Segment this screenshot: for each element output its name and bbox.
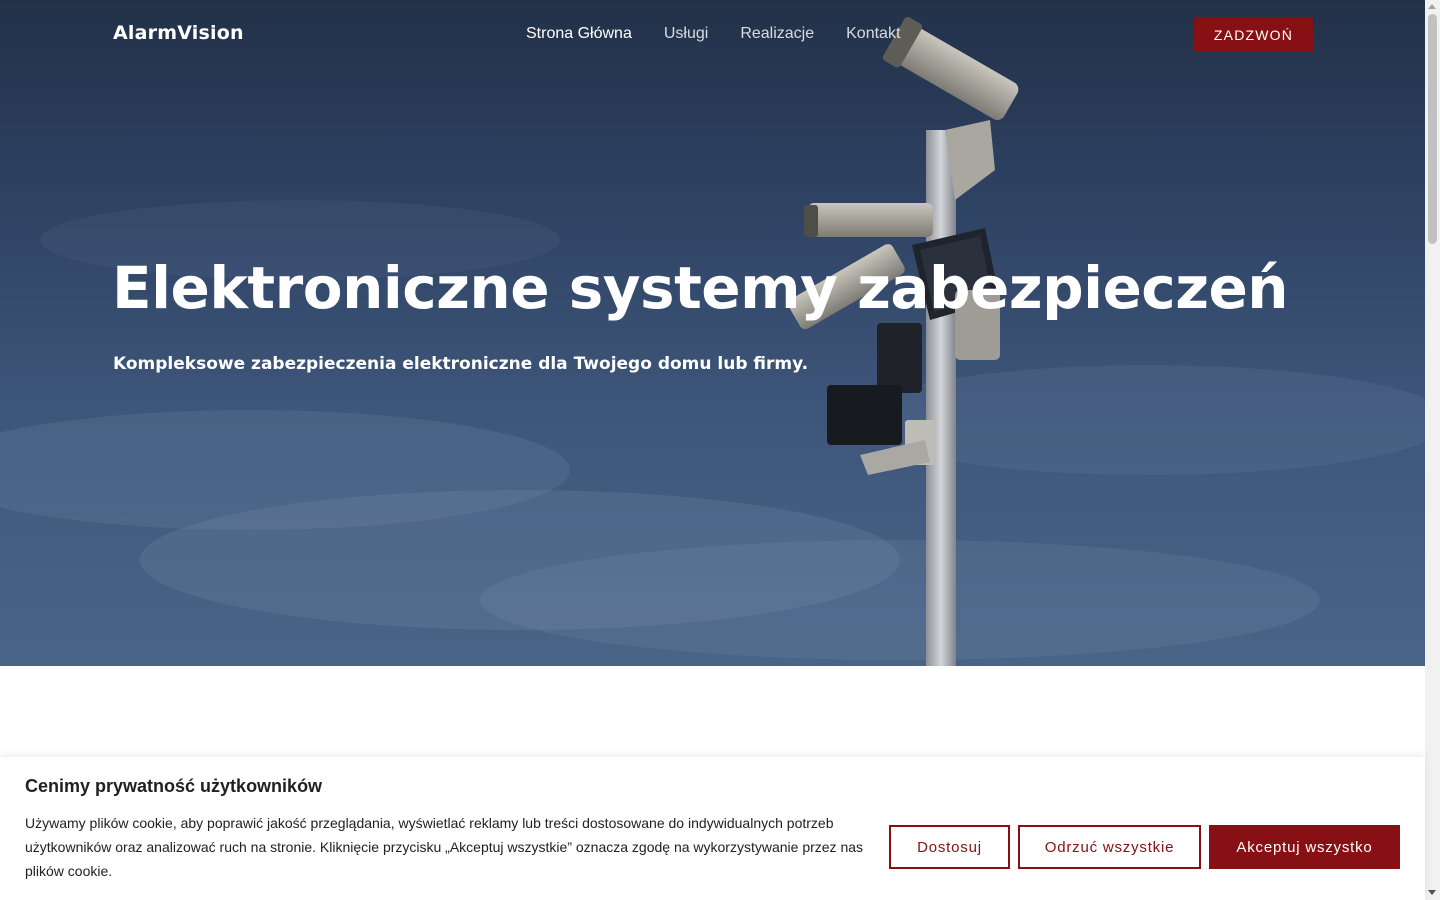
nav-item-home[interactable]: Strona Główna bbox=[526, 25, 632, 43]
cookie-banner-text: Używamy plików cookie, aby poprawić jako… bbox=[25, 815, 864, 879]
call-button[interactable]: ZADZWOŃ bbox=[1194, 18, 1313, 52]
scroll-down-icon[interactable] bbox=[1428, 890, 1436, 895]
main-nav: Strona Główna Usługi Realizacje Kontakt bbox=[526, 25, 900, 43]
customize-button[interactable]: Dostosuj bbox=[889, 825, 1010, 869]
cookie-banner: Cenimy prywatność użytkowników Używamy p… bbox=[0, 757, 1425, 900]
page-scrollbar[interactable] bbox=[1425, 0, 1440, 900]
accept-all-button[interactable]: Akceptuj wszystko bbox=[1209, 825, 1400, 869]
hero-subtitle: Kompleksowe zabezpieczenia elektroniczne… bbox=[113, 354, 809, 374]
hero-section: AlarmVision Strona Główna Usługi Realiza… bbox=[0, 0, 1425, 666]
scrollbar-thumb[interactable] bbox=[1428, 14, 1437, 244]
nav-item-projects[interactable]: Realizacje bbox=[740, 25, 814, 43]
hero-title: Elektroniczne systemy zabezpieczeń bbox=[112, 254, 1289, 322]
nav-item-contact[interactable]: Kontakt bbox=[846, 25, 900, 43]
scroll-up-icon[interactable] bbox=[1428, 4, 1436, 9]
reject-all-button[interactable]: Odrzuć wszystkie bbox=[1018, 825, 1201, 869]
cookie-banner-title: Cenimy prywatność użytkowników bbox=[25, 776, 323, 796]
site-logo[interactable]: AlarmVision bbox=[113, 22, 244, 44]
nav-item-services[interactable]: Usługi bbox=[664, 25, 708, 43]
hero-background-image bbox=[0, 17, 1425, 666]
